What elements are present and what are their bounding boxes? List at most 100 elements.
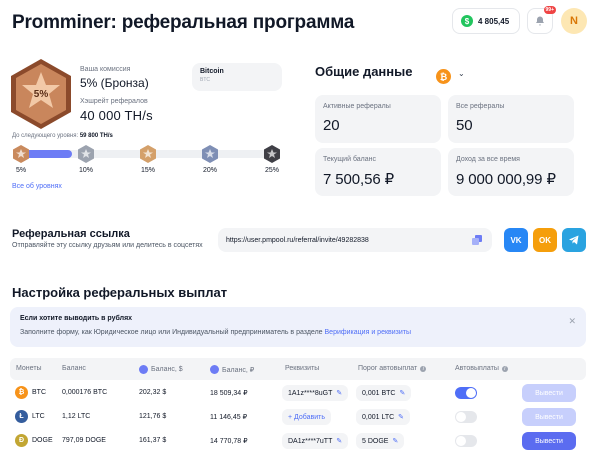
- col-threshold-label: Порог автовыплат: [358, 365, 418, 372]
- avatar[interactable]: N: [561, 8, 587, 34]
- info-icon[interactable]: i: [420, 365, 427, 372]
- info-icon[interactable]: i: [501, 365, 508, 372]
- table-header: Монеты Баланс Баланс, $ Баланс, ₽ Реквиз…: [10, 358, 586, 380]
- coin-select[interactable]: Bitcoin BTC ₿ ⌄: [192, 63, 465, 91]
- col-auto-label: Автовыплаты: [455, 365, 499, 372]
- edit-icon[interactable]: ✎: [398, 413, 404, 421]
- edit-icon[interactable]: ✎: [336, 389, 342, 397]
- level-badge-icon: [202, 145, 218, 163]
- auto-payout-toggle[interactable]: [455, 435, 477, 447]
- col-balance-usd: Баланс, $: [139, 365, 183, 374]
- auto-payout-toggle[interactable]: [455, 411, 477, 423]
- balance-rub: 18 509,34 ₽: [210, 390, 248, 397]
- threshold-value: 0,001 LTC: [362, 413, 395, 421]
- edit-icon[interactable]: ✎: [399, 389, 405, 397]
- all-referrals-value: 50: [456, 117, 473, 134]
- coin-icon: Ð: [15, 434, 28, 447]
- col-balance: Баланс: [62, 365, 86, 372]
- threshold-field[interactable]: 0,001 LTC ✎: [356, 409, 411, 425]
- table-row: Ð DOGE 797,09 DOGE 161,37 $ 14 770,78 ₽ DA1z*…: [10, 430, 586, 454]
- verification-link[interactable]: Верификация и реквизиты: [325, 329, 412, 336]
- coin-select-ticker: BTC: [200, 77, 210, 83]
- requisites-value: + Добавить: [288, 413, 325, 421]
- copy-icon[interactable]: [472, 235, 482, 245]
- level-label: 20%: [202, 167, 217, 174]
- active-referrals-value: 20: [323, 117, 340, 134]
- ok-share-button[interactable]: OK: [533, 228, 557, 252]
- referral-link-field[interactable]: https://user.pmpool.ru/referral/invite/4…: [218, 228, 492, 252]
- referral-link-text: https://user.pmpool.ru/referral/invite/4…: [226, 236, 369, 244]
- col-requisites: Реквизиты: [285, 365, 320, 372]
- col-balance-rub: Баланс, ₽: [210, 365, 254, 374]
- withdraw-button[interactable]: Вывести: [522, 432, 576, 450]
- toggle-knob: [466, 388, 476, 398]
- ruble-coin-icon: [210, 365, 219, 374]
- ok-icon: OK: [539, 235, 551, 245]
- requisites-field[interactable]: DA1z****7uTT ✎: [282, 433, 349, 449]
- notice-body: Заполните форму, как Юридическое лицо ил…: [20, 329, 323, 336]
- badge-percent: 5%: [34, 89, 49, 100]
- close-icon[interactable]: ✕: [568, 316, 576, 327]
- vk-share-button[interactable]: VK: [504, 228, 528, 252]
- level-badge-icon: [13, 145, 29, 163]
- balance-rub: 11 146,45 ₽: [210, 414, 248, 421]
- withdraw-button[interactable]: Вывести: [522, 408, 576, 426]
- referral-title: Реферальная ссылка: [12, 228, 130, 240]
- total-income-value: 9 000 000,99 ₽: [456, 171, 556, 188]
- toggle-knob: [456, 412, 466, 422]
- notifications-badge: 99+: [543, 6, 556, 14]
- telegram-share-button[interactable]: [562, 228, 586, 252]
- coin-balance: 0,000176 BTC: [62, 389, 108, 396]
- threshold-value: 5 DOGE: [362, 437, 389, 445]
- coin-name: LTC: [32, 413, 45, 420]
- balance-usd: 202,32 $: [139, 389, 167, 396]
- table-row: ₿ BTC 0,000176 BTC 202,32 $ 18 509,34 ₽ 1A1z*…: [10, 382, 586, 406]
- withdraw-button[interactable]: Вывести: [522, 384, 576, 402]
- current-balance-label: Текущий баланс: [323, 156, 377, 163]
- coin-balance: 797,09 DOGE: [62, 437, 106, 444]
- auto-payout-toggle[interactable]: [455, 387, 477, 399]
- current-balance-card: Текущий баланс 7 500,56 ₽: [315, 148, 441, 196]
- col-coins: Монеты: [16, 365, 42, 372]
- stats-title: Общие данные: [315, 64, 413, 79]
- notifications-button[interactable]: 99+: [527, 6, 556, 34]
- balance-usd: 161,37 $: [139, 437, 167, 444]
- balance-usd: 121,76 $: [139, 413, 167, 420]
- total-income-label: Доход за все время: [456, 156, 520, 163]
- commission-label: Ваша комиссия: [80, 66, 131, 73]
- hashrate-value: 40 000 TH/s: [80, 108, 153, 123]
- coin-balance: 1,12 LTC: [62, 413, 91, 420]
- vk-icon: VK: [510, 235, 522, 245]
- requisites-field[interactable]: + Добавить: [282, 409, 331, 425]
- requisites-field[interactable]: 1A1z****8uGT ✎: [282, 385, 349, 401]
- col-balance-rub-label: Баланс, ₽: [222, 366, 255, 374]
- level-label: 5%: [15, 167, 27, 174]
- level-label: 10%: [78, 167, 93, 174]
- threshold-value: 0,001 BTC: [362, 389, 396, 397]
- notice-text: Заполните форму, как Юридическое лицо ил…: [20, 329, 576, 336]
- edit-icon[interactable]: ✎: [336, 437, 342, 445]
- total-income-card: Доход за все время 9 000 000,99 ₽: [448, 148, 574, 196]
- active-referrals-card: Активные рефералы 20: [315, 95, 441, 143]
- all-referrals-card: Все рефералы 50: [448, 95, 574, 143]
- threshold-field[interactable]: 5 DOGE ✎: [356, 433, 405, 449]
- requisites-value: 1A1z****8uGT: [288, 389, 333, 397]
- requisites-value: DA1z****7uTT: [288, 437, 333, 445]
- level-label: 25%: [264, 167, 279, 174]
- all-referrals-label: Все рефералы: [456, 103, 505, 110]
- dollar-icon: $: [461, 15, 473, 27]
- all-levels-link[interactable]: Все об уровнях: [12, 183, 62, 190]
- table-row: Ł LTC 1,12 LTC 121,76 $ 11 146,45 ₽ + Добавит…: [10, 406, 586, 430]
- commission-value: 5% (Бронза): [80, 76, 149, 90]
- col-balance-usd-label: Баланс, $: [151, 366, 183, 373]
- edit-icon[interactable]: ✎: [392, 437, 398, 445]
- balance-widget[interactable]: $ 4 805,45: [452, 8, 520, 34]
- chevron-down-icon: ⌄: [458, 69, 465, 78]
- referral-subtitle: Отправляйте эту ссылку друзьям или делит…: [12, 242, 203, 249]
- bell-icon: [536, 16, 544, 26]
- balance-rub: 14 770,78 ₽: [210, 438, 248, 445]
- active-referrals-label: Активные рефералы: [323, 103, 391, 110]
- level-badge-icon: [264, 145, 280, 163]
- threshold-field[interactable]: 0,001 BTC ✎: [356, 385, 412, 401]
- next-level-label: До следующего уровня:: [12, 133, 79, 139]
